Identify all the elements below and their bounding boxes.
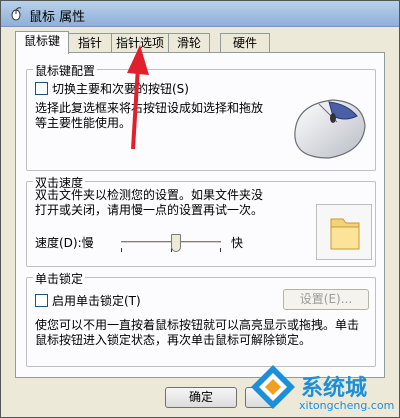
watermark-site: xitongcheng.com bbox=[299, 399, 395, 412]
slider-tick bbox=[121, 248, 122, 252]
swap-buttons-checkbox[interactable] bbox=[35, 82, 48, 95]
watermark-brand: 系统城 bbox=[301, 376, 368, 401]
watermark-logo-icon bbox=[251, 365, 295, 409]
speed-slow-label: 速度(D):慢 bbox=[35, 236, 94, 250]
tab-mouse-buttons[interactable]: 鼠标键 bbox=[15, 31, 69, 54]
click-lock-description: 使您可以不用一直按着鼠标按钮就可以高亮显示或拖拽。单击 鼠标按钮进入锁定状态，再… bbox=[35, 318, 359, 348]
button-config-group: 鼠标键配置 切换主要和次要的按钮(S) 选择此复选框来将右按钮设成如选择和拖放 … bbox=[26, 62, 376, 171]
double-click-description: 双击文件夹以检测您的设置。如果文件夹没 打开或关闭，请用慢一点的设置再试一次。 bbox=[35, 188, 263, 218]
click-lock-label[interactable]: 启用单击锁定(T) bbox=[52, 292, 141, 309]
click-lock-checkbox[interactable] bbox=[35, 294, 48, 307]
mouse-icon bbox=[11, 7, 22, 21]
slider-tick bbox=[220, 248, 221, 252]
click-lock-description-line1: 使您可以不用一直按着鼠标按钮就可以高亮显示或拖拽。单击 bbox=[35, 318, 360, 332]
click-lock-row[interactable]: 启用单击锁定(T) bbox=[35, 292, 141, 309]
click-lock-settings-button[interactable]: 设置(E)... bbox=[283, 289, 369, 310]
speed-fast-label: 快 bbox=[231, 236, 244, 250]
double-click-description-line2: 打开或关闭，请用慢一点的设置再试一次。 bbox=[35, 203, 264, 217]
click-lock-group: 单击锁定 启用单击锁定(T) 设置(E)... 使您可以不用一直按着鼠标按钮就可… bbox=[26, 270, 376, 367]
click-lock-legend: 单击锁定 bbox=[33, 270, 86, 287]
title-bar[interactable]: 鼠标 属性 bbox=[1, 1, 399, 27]
tab-wheel[interactable]: 滑轮 bbox=[168, 33, 210, 53]
button-config-legend: 鼠标键配置 bbox=[33, 62, 98, 79]
mouse-properties-dialog: 鼠标 属性 鼠标键 指针 指针选项 滑轮 硬件 鼠标键配置 切换主要和次要的按钮… bbox=[0, 0, 400, 418]
speed-slider-thumb[interactable] bbox=[171, 234, 181, 252]
ok-button[interactable]: 确定 bbox=[165, 387, 237, 408]
annotation-arrow-icon bbox=[127, 45, 149, 150]
click-lock-description-line2: 鼠标按钮进入锁定状态，再次单击鼠标可解除锁定。 bbox=[35, 333, 312, 347]
double-click-group: 双击速度 双击文件夹以检测您的设置。如果文件夹没 打开或关闭，请用慢一点的设置再… bbox=[26, 174, 376, 267]
mouse-illustration-icon bbox=[294, 99, 366, 159]
swap-buttons-row[interactable]: 切换主要和次要的按钮(S) bbox=[35, 80, 189, 97]
test-folder-area[interactable] bbox=[316, 204, 372, 260]
tab-panel-mouse-buttons: 鼠标键配置 切换主要和次要的按钮(S) 选择此复选框来将右按钮设成如选择和拖放 … bbox=[15, 52, 385, 378]
tab-hardware[interactable]: 硬件 bbox=[220, 33, 270, 53]
window-title: 鼠标 属性 bbox=[29, 10, 86, 25]
folder-icon[interactable] bbox=[327, 213, 363, 253]
double-click-description-line1: 双击文件夹以检测您的设置。如果文件夹没 bbox=[35, 188, 264, 202]
tab-pointers[interactable]: 指针 bbox=[68, 33, 112, 53]
